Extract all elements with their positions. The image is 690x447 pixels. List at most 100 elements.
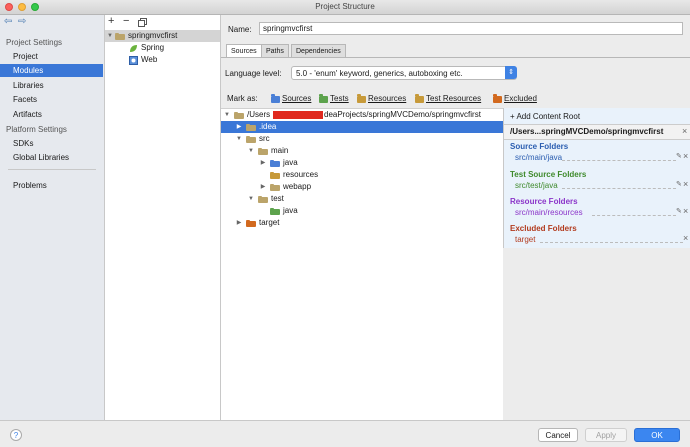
tab-dependencies[interactable]: Dependencies [291, 44, 346, 57]
sidebar: ⇦ ⇨ Project Settings Project Modules Lib… [0, 15, 105, 420]
sidebar-item-sdks[interactable]: SDKs [0, 137, 103, 150]
language-level-value: 5.0 - 'enum' keyword, generics, autoboxi… [296, 69, 463, 78]
tree-row[interactable]: resources [221, 169, 503, 181]
tab-paths[interactable]: Paths [261, 44, 289, 57]
sidebar-item-project[interactable]: Project [0, 50, 103, 63]
tree-row-label: webapp [283, 182, 312, 191]
module-tree-item[interactable]: ▼ springmvcfirst [105, 30, 220, 42]
tree-row[interactable]: ▼ main [221, 145, 503, 157]
collapse-arrow-icon[interactable]: ▼ [235, 133, 243, 145]
folder-icon [115, 33, 125, 40]
tab-divider [221, 57, 690, 58]
remove-folder-icon[interactable]: × [683, 179, 688, 189]
remove-module-button[interactable]: − [123, 15, 129, 27]
module-tree-item[interactable]: Web [105, 54, 220, 66]
collapse-arrow-icon[interactable]: ▼ [223, 109, 231, 121]
tab-sources[interactable]: Sources [226, 44, 262, 57]
folder-leader-line [592, 215, 676, 216]
title-bar: Project Structure [0, 0, 690, 15]
ok-button[interactable]: OK [634, 428, 680, 442]
tree-row[interactable]: ▶ webapp [221, 181, 503, 193]
collapse-arrow-icon[interactable]: ▼ [247, 145, 255, 157]
tree-row-label: .idea [259, 122, 277, 131]
folder-edit-icon[interactable]: ✎ [676, 180, 682, 188]
expand-arrow-icon[interactable]: ▶ [235, 121, 243, 133]
mark-as-resources-button[interactable]: Resources [357, 93, 406, 104]
forward-icon[interactable]: ⇨ [18, 16, 26, 27]
folder-edit-icon[interactable]: ✎ [676, 152, 682, 160]
content-root-header: /Users...springMVCDemo/springmvcfirst × [504, 124, 690, 140]
module-label: springmvcfirst [128, 31, 178, 40]
language-level-select[interactable]: 5.0 - 'enum' keyword, generics, autoboxi… [291, 66, 517, 80]
remove-folder-icon[interactable]: × [683, 233, 688, 243]
tree-row-label: java [283, 206, 298, 215]
expand-arrow-icon[interactable]: ▶ [235, 217, 243, 229]
sidebar-item-problems[interactable]: Problems [0, 179, 103, 192]
language-level-label: Language level: [225, 69, 282, 78]
mark-label: Sources [282, 94, 312, 103]
dialog-footer: ? Cancel Apply OK [0, 420, 690, 447]
excluded-folders-heading: Excluded Folders [510, 224, 577, 233]
sidebar-item-modules[interactable]: Modules [0, 64, 103, 77]
folder-icon [270, 160, 280, 167]
excluded-folder-icon [493, 93, 502, 103]
collapse-arrow-icon[interactable]: ▼ [247, 193, 255, 205]
sidebar-item-libraries[interactable]: Libraries [0, 79, 103, 92]
mark-label: Tests [330, 94, 349, 103]
folder-leader-line [562, 188, 676, 189]
folder-icon [270, 184, 280, 191]
folder-icon [270, 208, 280, 215]
window-title: Project Structure [315, 2, 375, 11]
add-content-root-button[interactable]: + Add Content Root [510, 112, 580, 121]
tree-root-row[interactable]: ▼ /Users deaProjects/springMVCDemo/sprin… [221, 109, 503, 121]
help-button[interactable]: ? [10, 429, 22, 441]
tree-row[interactable]: ▼ test [221, 193, 503, 205]
tree-row-label: target [259, 218, 280, 227]
module-name-field[interactable]: springmvcfirst [259, 22, 683, 35]
apply-button[interactable]: Apply [585, 428, 627, 442]
remove-folder-icon[interactable]: × [683, 206, 688, 216]
folder-edit-icon[interactable]: ✎ [676, 207, 682, 215]
add-module-button[interactable]: + [108, 15, 114, 27]
sidebar-item-global-libraries[interactable]: Global Libraries [0, 151, 103, 164]
mark-as-test-resources-button[interactable]: Test Resources [415, 93, 481, 104]
sources-folder-icon [271, 93, 280, 103]
mark-as-tests-button[interactable]: Tests [319, 93, 349, 104]
module-tree-panel: + − ▼ springmvcfirst Spring Web [105, 15, 221, 420]
mark-as-label: Mark as: [227, 94, 258, 103]
tree-row[interactable]: ▶ target [221, 217, 503, 229]
copy-icon[interactable] [138, 18, 147, 27]
cancel-button[interactable]: Cancel [538, 428, 578, 442]
folder-icon [246, 220, 256, 227]
folder-leader-line [540, 242, 683, 243]
resource-folders-heading: Resource Folders [510, 197, 578, 206]
mark-as-excluded-button[interactable]: Excluded [493, 93, 537, 104]
expand-arrow-icon[interactable]: ▶ [259, 181, 267, 193]
chevron-updown-icon[interactable]: ⇕ [505, 66, 517, 79]
mark-as-sources-button[interactable]: Sources [271, 93, 312, 104]
collapse-arrow-icon[interactable]: ▼ [107, 30, 113, 42]
sidebar-item-facets[interactable]: Facets [0, 93, 103, 106]
remove-content-root-icon[interactable]: × [682, 126, 687, 136]
spring-leaf-icon [129, 44, 138, 53]
source-folders-heading: Source Folders [510, 142, 569, 151]
content-root-path: /Users...springMVCDemo/springmvcfirst [510, 127, 664, 136]
tree-row-label: main [271, 146, 289, 155]
sidebar-item-artifacts[interactable]: Artifacts [0, 108, 103, 121]
section-project-settings: Project Settings [6, 38, 63, 47]
back-icon[interactable]: ⇦ [4, 16, 12, 27]
tree-row[interactable]: java [221, 205, 503, 217]
expand-arrow-icon[interactable]: ▶ [259, 157, 267, 169]
web-module-icon [129, 56, 138, 65]
folder-icon [258, 196, 268, 203]
tree-row[interactable]: ▶ .idea [221, 121, 503, 133]
mark-label: Excluded [504, 94, 537, 103]
name-label: Name: [228, 25, 252, 34]
tree-row[interactable]: ▶ java [221, 157, 503, 169]
facet-label: Web [141, 55, 158, 64]
module-tree-item[interactable]: Spring [105, 42, 220, 54]
remove-folder-icon[interactable]: × [683, 151, 688, 161]
sidebar-divider [8, 169, 96, 170]
resource-folder-path: src/main/resources [515, 208, 583, 217]
tree-row[interactable]: ▼ src [221, 133, 503, 145]
